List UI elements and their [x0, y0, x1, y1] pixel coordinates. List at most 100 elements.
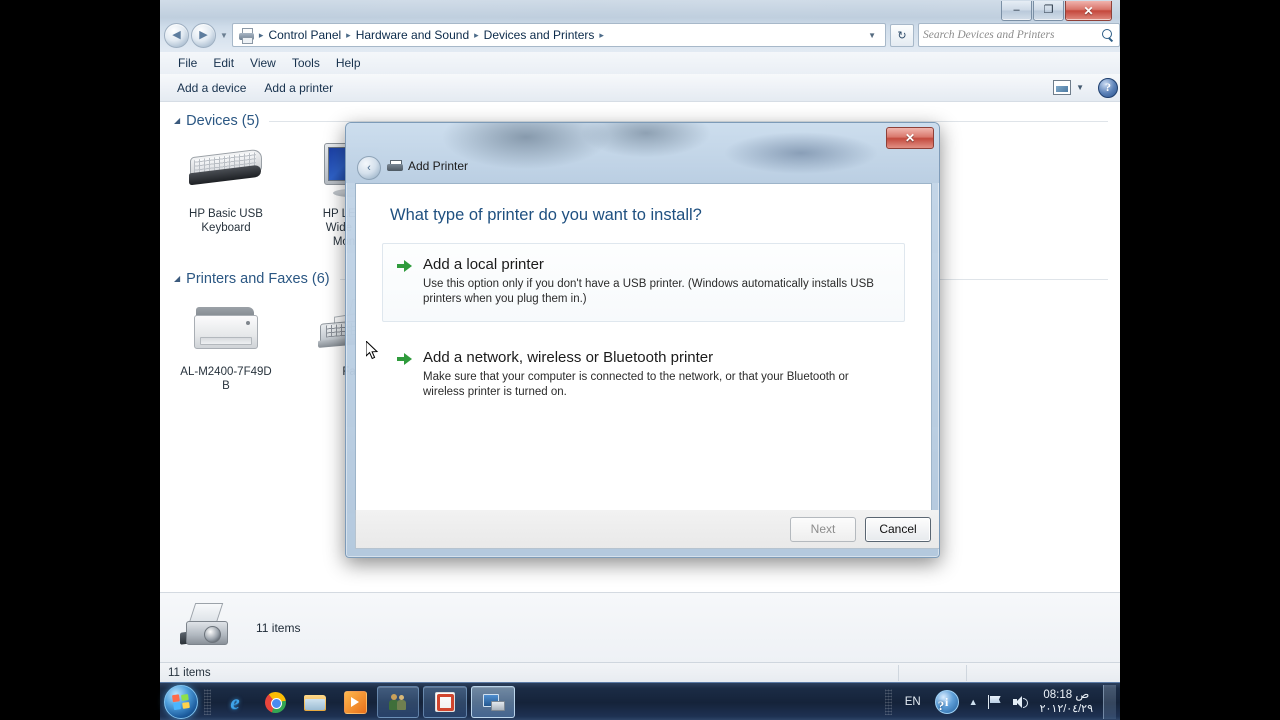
option-description: Make sure that your computer is connecte… [423, 371, 849, 398]
cancel-button[interactable]: Cancel [865, 516, 931, 542]
mouse-cursor [366, 341, 379, 360]
language-indicator[interactable]: EN [896, 696, 930, 708]
menu-help[interactable]: Help [328, 55, 369, 71]
search-input[interactable]: Search Devices and Printers [923, 29, 1102, 41]
collapse-arrow-icon[interactable]: ◢ [174, 116, 180, 125]
clock[interactable]: 08:18 ص ٢٠١٢/٠٤/٢٩ [1034, 688, 1101, 716]
taskbar-windows-explorer[interactable] [295, 685, 335, 719]
details-pane: 11 items [160, 592, 1120, 663]
close-button[interactable]: ✕ [1065, 1, 1112, 21]
help-icon[interactable]: ? [1098, 77, 1118, 98]
option-add-local-printer[interactable]: Add a local printer Use this option only… [382, 243, 905, 322]
breadcrumb[interactable]: ▸ Control Panel ▸ Hardware and Sound ▸ D… [231, 23, 886, 47]
minimize-button[interactable]: – [1001, 1, 1032, 21]
network-flag-icon [987, 695, 1003, 709]
back-button[interactable]: ◀ [164, 22, 189, 48]
forward-button[interactable]: ▶ [191, 22, 216, 48]
device-label: HP Basic USB Keyboard [189, 208, 263, 234]
navigation-buttons: ◀ ▶ ▼ [164, 22, 232, 48]
printer-label: AL-M2400-7F49D B [180, 366, 272, 392]
show-hidden-icons-button[interactable]: ▲ [964, 697, 983, 707]
taskbar-google-chrome[interactable] [255, 685, 295, 719]
next-button[interactable]: Next [790, 516, 856, 542]
green-arrow-icon [397, 352, 413, 366]
volume-button[interactable] [1008, 695, 1034, 709]
menu-bar: File Edit View Tools Help [160, 52, 1120, 75]
status-divider [966, 665, 967, 681]
windows-media-player-icon [343, 690, 367, 714]
add-a-printer-button[interactable]: Add a printer [255, 78, 342, 98]
next-button-label: Next [810, 522, 836, 536]
breadcrumb-item-devices-and-printers[interactable]: Devices and Printers [480, 27, 599, 43]
breadcrumb-dropdown-icon[interactable]: ▼ [861, 31, 883, 40]
multifunction-printer-icon [176, 601, 234, 655]
chevron-up-icon: ▲ [968, 697, 978, 707]
devices-and-printers-window-icon [483, 693, 505, 711]
maximize-button[interactable]: ❐ [1033, 1, 1064, 21]
dialog-close-button[interactable]: ✕ [886, 127, 934, 149]
recent-pages-dropdown[interactable]: ▼ [220, 31, 228, 40]
search-icon [1102, 28, 1115, 42]
option-add-network-printer[interactable]: Add a network, wireless or Bluetooth pri… [382, 336, 905, 415]
taskbar-window-devices-and-printers[interactable] [471, 686, 515, 718]
refresh-button[interactable]: ↻ [890, 23, 914, 47]
option-title: Add a network, wireless or Bluetooth pri… [423, 349, 714, 366]
add-printer-dialog: ✕ ‹ Add Printer What type of printer do … [345, 122, 940, 558]
cancel-button-label: Cancel [879, 522, 917, 536]
add-a-device-button[interactable]: Add a device [168, 78, 255, 98]
taskbar-internet-explorer[interactable]: e [215, 685, 255, 719]
taskbar-separator [204, 689, 211, 715]
collapse-arrow-icon[interactable]: ◢ [174, 274, 180, 283]
maximize-icon: ❐ [1043, 4, 1054, 16]
address-row: ◀ ▶ ▼ ▸ Control Panel ▸ Hardware and Sou… [160, 22, 1120, 48]
taskbar-windows-media-player[interactable] [335, 685, 375, 719]
chevron-left-icon: ‹ [367, 161, 371, 174]
menu-tools[interactable]: Tools [284, 55, 328, 71]
refresh-icon: ↻ [897, 29, 907, 42]
device-tile-keyboard[interactable]: HP Basic USB Keyboard [174, 137, 278, 249]
volume-icon [1012, 695, 1029, 709]
window-controls: – ❐ ✕ [1001, 1, 1112, 21]
option-title: Add a local printer [423, 256, 544, 273]
option-text: Add a network, wireless or Bluetooth pri… [423, 348, 892, 400]
windows-explorer-folder-icon [304, 693, 326, 711]
show-desktop-button[interactable] [1103, 685, 1116, 719]
group-title-printers-and-faxes: Printers and Faxes (6) [186, 271, 330, 287]
menu-file[interactable]: File [170, 55, 205, 71]
dialog-body: What type of printer do you want to inst… [355, 183, 932, 512]
menu-view[interactable]: View [242, 55, 284, 71]
green-arrow-icon [397, 259, 413, 273]
chevron-left-icon: ◀ [172, 28, 181, 41]
taskbar: e EN i? ▲ 08:18 ص ٢٠١٢/٠٤/٢٩ [160, 682, 1120, 720]
chevron-down-icon[interactable]: ▼ [1076, 83, 1084, 92]
start-button[interactable] [162, 685, 200, 719]
breadcrumb-item-control-panel[interactable]: Control Panel [264, 27, 345, 43]
command-bar-right: ▼ ? [1053, 77, 1120, 98]
internet-explorer-icon: e [230, 689, 240, 714]
powerpoint-icon [435, 692, 455, 712]
dialog-back-button[interactable]: ‹ [357, 156, 381, 180]
status-divider [898, 665, 899, 681]
details-item-count: 11 items [256, 621, 301, 635]
breadcrumb-item-hardware-and-sound[interactable]: Hardware and Sound [352, 27, 473, 43]
taskbar-window-people[interactable] [377, 686, 419, 718]
action-center-button[interactable]: i? [930, 690, 964, 714]
group-title-devices: Devices (5) [186, 113, 260, 129]
clock-time: 08:18 ص [1043, 689, 1090, 701]
printer-tile-al-m2400[interactable]: AL-M2400-7F49D B [174, 295, 278, 393]
taskbar-window-powerpoint[interactable] [423, 686, 467, 718]
dialog-footer: Next Cancel [355, 510, 939, 549]
network-button[interactable] [983, 695, 1008, 709]
menu-edit[interactable]: Edit [205, 55, 242, 71]
preview-pane-icon[interactable] [1053, 80, 1072, 95]
tray-separator [884, 689, 892, 715]
option-text: Add a local printer Use this option only… [423, 255, 892, 307]
minimize-icon: – [1013, 4, 1020, 16]
status-item-count: 11 items [168, 667, 211, 679]
system-tray: EN i? ▲ 08:18 ص ٢٠١٢/٠٤/٢٩ [881, 685, 1120, 719]
google-chrome-icon [264, 691, 286, 713]
search-box[interactable]: Search Devices and Printers [918, 23, 1120, 47]
close-icon: ✕ [904, 131, 916, 145]
devices-and-printers-icon [238, 27, 255, 44]
chevron-right-icon: ▶ [199, 28, 208, 41]
